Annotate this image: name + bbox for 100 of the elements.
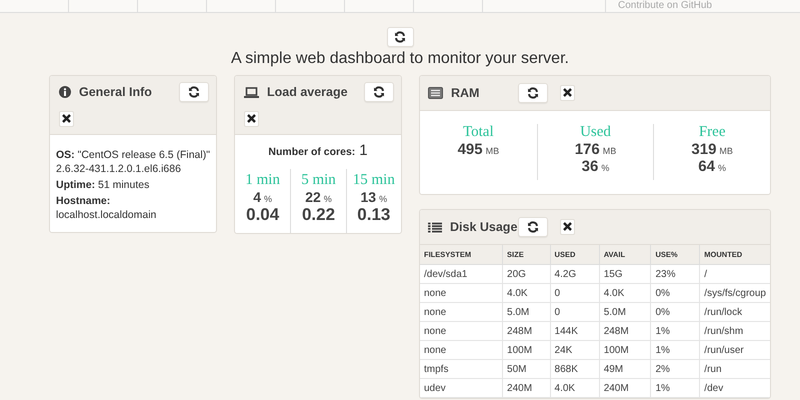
percent-value: 13 [360,189,376,205]
table-cell: 0% [650,284,700,302]
github-link[interactable]: Contribute on GitHub [605,0,712,12]
percent-unit: % [379,194,388,204]
table-cell: 100M [599,340,651,360]
table-cell: 1% [650,322,700,340]
table-cell: 100M [502,340,550,360]
info-text: Hostname: localhost.localdomain [56,194,158,222]
stat-label: Total [463,124,494,141]
table-cell: 2% [650,360,700,378]
table-cell: /run/lock [700,302,770,322]
panel-title: Disk Usage [450,220,518,234]
refresh-icon [188,86,200,98]
table-cell: udev [420,378,503,398]
table-cell: tmpfs [420,360,503,378]
table-cell: /run/shm [700,322,770,340]
close-button[interactable] [244,110,259,126]
table-cell: 1% [650,340,700,360]
stat-value: 176 [574,141,600,158]
table-cell: none [420,322,503,340]
refresh-icon [527,87,539,99]
tagline: A simple web dashboard to monitor your server. [231,50,569,68]
stat-value: 495 [458,141,483,158]
table-cell: 144K [550,322,600,340]
table-cell: 4.2G [550,264,600,284]
percent-unit: % [601,163,610,173]
table-cell: 0 [550,302,600,322]
percent-value: 4 [253,189,262,205]
refresh-button[interactable] [364,82,394,102]
table-cell: 240M [502,378,550,398]
info-text: OS: "CentOS release 6.5 (Final)" 2.6.32-431.1.2.0.1.el6.i686 [56,148,210,176]
table-cell: / [700,264,770,284]
percent-value: 36 [582,158,598,175]
stat-unit: MB [602,146,616,156]
table-cell: none [420,302,503,322]
table-cell: /run/user [700,340,770,360]
refresh-icon [527,221,539,233]
cores-label: Number of cores: [268,146,356,158]
table-cell: /dev/sda1 [420,264,503,284]
refresh-button[interactable] [386,27,414,47]
percent-value: 22 [305,189,321,205]
table-cell: 20G [502,264,550,284]
close-button[interactable] [560,218,575,234]
period-label: 1 min [245,172,280,189]
table-cell: 240M [599,378,651,398]
period-label: 15 min [352,172,395,189]
info-text: Uptime: 51 minutes [56,178,150,192]
table-cell: 248M [502,322,550,340]
load-value: 0.13 [357,205,390,225]
table-cell: 0 [550,284,600,302]
panel-title: General Info [79,85,152,99]
table-cell: none [420,340,503,360]
table-cell: 868K [550,360,600,378]
stat-label: Used [580,124,611,141]
close-icon [563,88,572,97]
load-value: 0.04 [246,205,280,225]
table-cell: 4.0K [599,284,651,302]
table-cell: /dev [700,378,770,398]
info-icon [59,86,71,98]
table-cell: none [420,284,503,302]
table-cell: 15G [599,264,651,284]
table-cell: 5.0M [502,302,550,322]
cores-value: 1 [359,142,368,159]
table-cell: 50M [502,360,550,378]
laptop-icon [244,86,259,98]
period-label: 5 min [301,172,336,189]
refresh-icon [373,86,385,98]
percent-value: 64 [698,158,715,175]
panel-title: Load average [267,85,348,99]
refresh-icon [394,31,406,43]
panel-title: RAM [451,86,480,100]
stat-unit: MB [719,146,733,156]
refresh-button[interactable] [518,83,548,103]
close-button[interactable] [560,84,575,100]
table-cell: 24K [550,340,600,360]
table-cell: 0% [650,302,700,322]
stat-unit: MB [486,146,500,156]
table-cell: /sys/fs/cgroup [700,284,770,302]
percent-unit: % [264,194,272,204]
stat-value: 319 [691,141,716,158]
close-icon [62,114,71,123]
close-icon [247,114,256,123]
refresh-button[interactable] [179,82,209,102]
table-cell: 23% [650,264,700,284]
stat-label: Free [698,124,726,141]
percent-unit: % [324,194,332,204]
table-cell: 49M [599,360,651,378]
table-cell: 4.0K [550,378,600,398]
table-cell: 1% [650,378,700,398]
close-button[interactable] [59,110,74,126]
list-icon [428,222,442,232]
load-value: 0.22 [302,205,336,225]
refresh-button[interactable] [518,217,548,237]
table-cell: 5.0M [599,302,651,322]
table-cell: 4.0K [502,284,550,302]
close-icon [563,222,572,231]
table-cell: 248M [599,322,651,340]
list-card-icon [428,87,443,99]
table-cell: /run [700,360,770,378]
percent-unit: % [718,163,726,173]
